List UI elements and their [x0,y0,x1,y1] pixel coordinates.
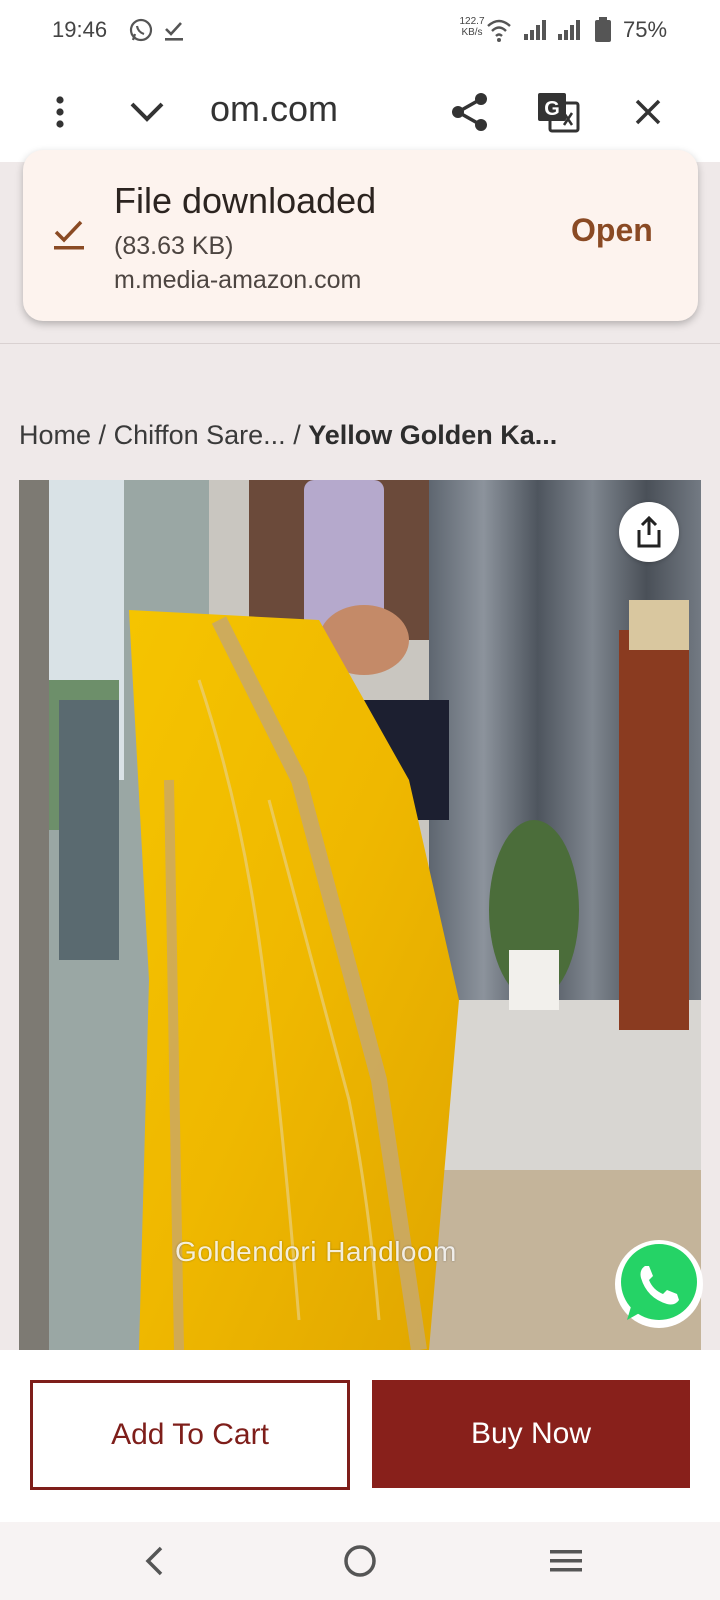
network-speed: 122.7 KB/s [459,16,485,38]
status-bar: 19:46 122.7 KB/s 75% [0,0,720,62]
url-text[interactable]: om.com [210,88,440,130]
breadcrumb-separator: / [293,420,301,450]
breadcrumb-category[interactable]: Chiffon Sare... [114,420,286,450]
buy-bar: Add To Cart Buy Now [0,1350,720,1522]
breadcrumb-current: Yellow Golden Ka... [308,420,558,450]
open-download-button[interactable]: Open [571,212,653,249]
browser-toolbar: om.com G [0,62,720,162]
breadcrumb-home[interactable]: Home [19,420,91,450]
download-toast: File downloaded (83.63 KB) m.media-amazo… [23,150,698,321]
translate-icon: G [538,93,580,133]
download-done-icon [165,22,183,41]
close-button[interactable] [618,82,678,142]
share-icon [637,515,661,548]
buy-now-button[interactable]: Buy Now [372,1380,690,1488]
menu-icon [550,1550,582,1572]
share-product-button[interactable] [619,502,679,562]
share-icon [452,93,487,131]
back-button[interactable] [124,1536,184,1586]
battery-icon [595,17,611,42]
status-time: 19:46 [52,17,108,42]
add-to-cart-button[interactable]: Add To Cart [30,1380,350,1490]
toast-source-domain: m.media-amazon.com [114,266,362,294]
product-image[interactable] [19,480,701,1350]
home-button[interactable] [330,1536,390,1586]
whatsapp-icon [129,18,153,42]
more-options-button[interactable] [30,82,90,142]
close-icon [635,99,661,125]
svg-text:G: G [544,98,560,120]
chevron-down-icon [130,102,164,122]
whatsapp-icon [615,1240,703,1328]
system-nav-bar [0,1522,720,1600]
toast-file-size: (83.63 KB) [114,232,234,260]
translate-button[interactable]: G [528,82,588,142]
wifi-icon [487,19,511,42]
whatsapp-chat-button[interactable] [611,1236,707,1332]
breadcrumb-separator: / [98,420,107,450]
recents-button[interactable] [536,1536,596,1586]
signal-icon [524,20,546,40]
signal-icon [558,20,580,40]
image-watermark: Goldendori Handloom [175,1236,457,1267]
breadcrumb: Home / Chiffon Sare... / Yellow Golden K… [19,420,557,451]
home-icon [344,1545,376,1577]
collapse-button[interactable] [117,82,177,142]
share-button[interactable] [440,82,500,142]
toast-title: File downloaded [114,180,377,221]
battery-percentage: 75% [623,17,668,42]
more-vert-icon [56,96,64,128]
back-icon [145,1546,163,1576]
page-content: Home / Chiffon Sare... / Yellow Golden K… [0,162,720,1350]
divider [0,343,720,344]
download-done-icon [54,220,84,250]
